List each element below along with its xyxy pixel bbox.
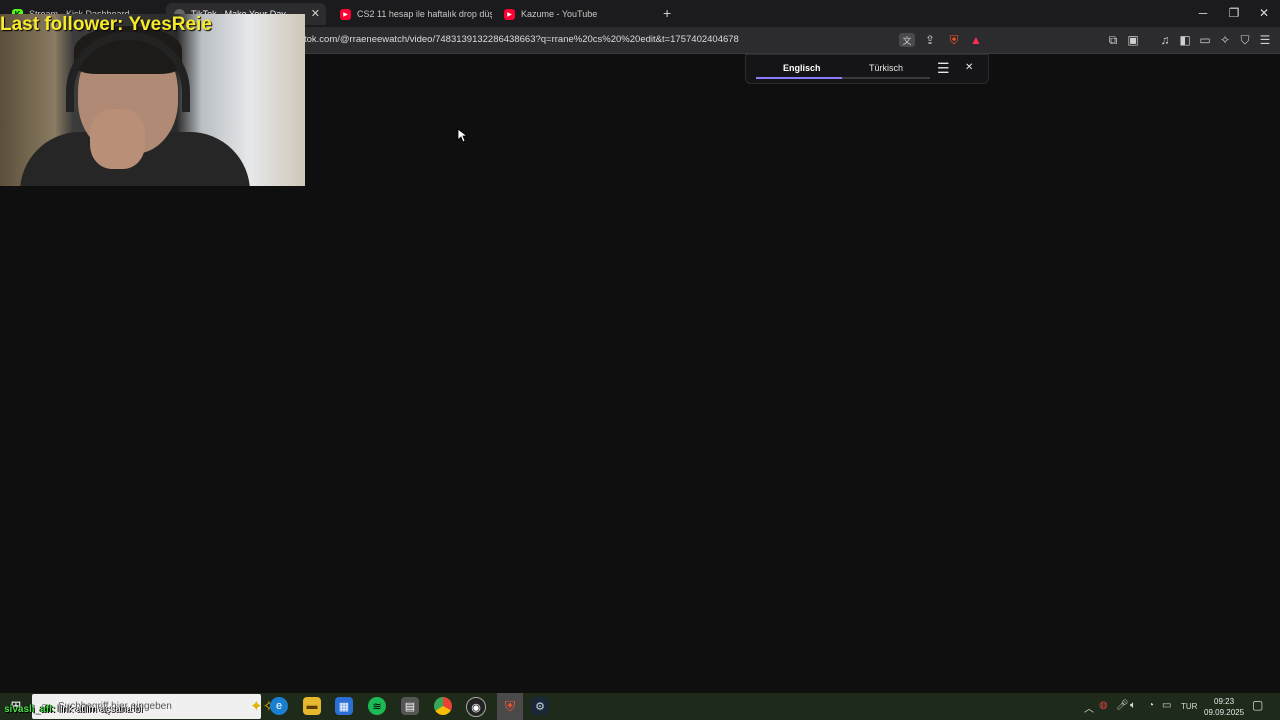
notifications-icon[interactable]: ▢ xyxy=(1252,698,1263,712)
close-icon[interactable]: ✕ xyxy=(965,62,973,73)
chrome-icon[interactable] xyxy=(434,697,452,715)
tab-title: Kazume - YouTube xyxy=(521,9,598,19)
steam-icon[interactable]: ⚙ xyxy=(531,697,549,715)
brave-icon[interactable]: ⛨ xyxy=(497,693,523,720)
screenshot-icon[interactable]: ▣ xyxy=(1125,33,1141,47)
address-bar[interactable]: tok.com/@rraeneewatch/video/748313913228… xyxy=(304,34,739,45)
options-menu-icon[interactable]: ☰ xyxy=(937,60,950,77)
vpn-icon[interactable]: ⛉ xyxy=(1237,33,1253,47)
minimize-icon[interactable]: ─ xyxy=(1188,4,1218,22)
sidebar-icon[interactable]: ◧ xyxy=(1177,33,1193,47)
leo-ai-icon[interactable]: ✧ xyxy=(1217,33,1233,47)
chat-username: sivasli_afi: xyxy=(4,704,56,715)
youtube-icon: ▶ xyxy=(504,8,515,20)
last-follower-label: Last follower: YvesReie xyxy=(0,14,212,35)
network-icon[interactable]: ◔ xyxy=(1148,700,1154,711)
brave-shields-icon[interactable]: ⛨ xyxy=(946,33,962,47)
webcam-overlay xyxy=(0,14,305,186)
chat-message: link atiim açsana bi xyxy=(57,704,143,715)
file-explorer-icon[interactable]: ▬ xyxy=(303,697,321,715)
close-window-icon[interactable]: ✕ xyxy=(1249,4,1279,22)
extensions-icon[interactable]: ⧉ xyxy=(1105,33,1121,47)
clock-date: 09.09.2025 xyxy=(1204,708,1245,717)
tab-kazume-youtube[interactable]: ▶ Kazume - YouTube xyxy=(496,3,656,25)
wallet-icon[interactable]: ▭ xyxy=(1197,33,1213,47)
active-tab-underline xyxy=(756,77,842,79)
person-hand xyxy=(90,109,145,169)
tab-underline xyxy=(842,77,930,79)
tab-cs2-video[interactable]: ▶ CS2 11 hesap ile haftalık drop düşür xyxy=(332,3,492,25)
maximize-icon[interactable]: ❐ xyxy=(1219,4,1249,22)
share-icon[interactable]: ⇪ xyxy=(922,33,938,47)
close-icon[interactable]: ✕ xyxy=(311,8,320,20)
tray-app-icon[interactable]: ◍ xyxy=(1099,700,1108,711)
microphone-icon[interactable]: 🎤︎ xyxy=(1116,700,1129,711)
translate-icon[interactable]: 文 xyxy=(899,33,915,47)
mouse-cursor-icon xyxy=(457,128,467,143)
battery-icon[interactable]: ▭ xyxy=(1162,700,1171,711)
chat-overlay-message: sivasli_afi: link atiim açsana bi xyxy=(4,704,142,715)
calculator-icon[interactable]: ▤ xyxy=(401,697,419,715)
store-icon[interactable]: ▦ xyxy=(335,697,353,715)
clock-time: 09:23 xyxy=(1214,697,1235,706)
taskbar: ⊞ ⌕ Suchbegriff hier eingeben ✦✧ e ▬ ▦ ≋… xyxy=(0,693,1280,720)
tray-chevron-icon[interactable]: ︿ xyxy=(1084,700,1094,715)
system-clock[interactable]: 09:23 09.09.2025 xyxy=(1204,696,1244,718)
edge-icon[interactable]: e xyxy=(270,697,288,715)
target-language-tab[interactable]: Türkisch xyxy=(869,63,903,73)
youtube-icon: ▶ xyxy=(340,8,351,20)
language-indicator[interactable]: TUR xyxy=(1181,702,1197,711)
volume-icon[interactable]: 🔈︎ xyxy=(1130,700,1136,711)
obs-icon[interactable]: ◉ xyxy=(466,697,486,717)
tab-title: CS2 11 hesap ile haftalık drop düşür xyxy=(357,9,492,19)
menu-icon[interactable]: ☰ xyxy=(1257,33,1273,47)
new-tab-button[interactable]: + xyxy=(663,5,671,21)
media-icon[interactable]: ♫ xyxy=(1157,33,1173,47)
source-language-tab[interactable]: Englisch xyxy=(783,63,821,73)
brave-rewards-icon[interactable]: ▲ xyxy=(968,33,984,47)
translate-bar: Englisch Türkisch ☰ ✕ xyxy=(745,54,989,84)
spotify-icon[interactable]: ≋ xyxy=(368,697,386,715)
